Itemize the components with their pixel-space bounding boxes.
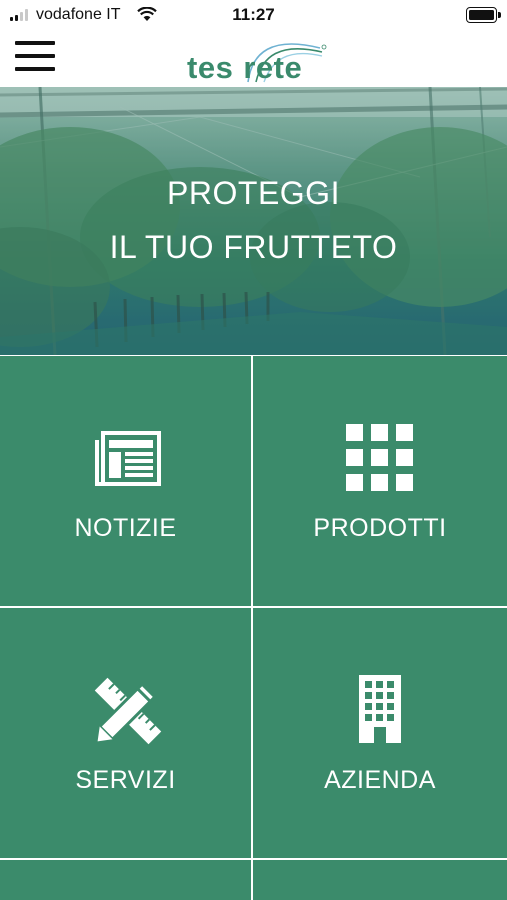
hero-title-line2: IL TUO FRUTTETO [109, 229, 398, 265]
tile-label-prodotti: PRODOTTI [313, 514, 447, 542]
hero-banner: PROTEGGI IL TUO FRUTTETO [0, 87, 507, 355]
tile-prodotti[interactable]: PRODOTTI [253, 356, 507, 606]
grid-icon [346, 424, 413, 491]
hero-title-line1: PROTEGGI [167, 175, 340, 211]
status-time: 11:27 [232, 5, 275, 24]
tile-row3-left[interactable] [0, 860, 251, 900]
tile-label-servizi: SERVIZI [75, 766, 176, 794]
battery-icon [466, 7, 501, 23]
tile-label-notizie: NOTIZIE [74, 514, 177, 542]
hamburger-menu-icon[interactable] [15, 41, 57, 71]
tile-servizi[interactable]: SERVIZI [0, 608, 251, 858]
pencil-ruler-icon [94, 677, 162, 745]
orchard-background-image [0, 87, 507, 355]
tile-notizie[interactable]: NOTIZIE [0, 356, 251, 606]
building-icon [359, 675, 401, 743]
menu-grid: NOTIZIE PRODOTTI SERVIZI AZIENDA [0, 355, 507, 900]
status-bar: vodafone IT 11:27 [0, 0, 507, 30]
newspaper-icon [95, 431, 161, 486]
logo-text-tes: tes [187, 50, 234, 85]
tesrete-logo: tes rete [180, 30, 330, 87]
app-header: tes rete [0, 30, 507, 87]
tile-azienda[interactable]: AZIENDA [253, 608, 507, 858]
tile-row3-right[interactable] [253, 860, 507, 900]
tile-label-azienda: AZIENDA [324, 766, 436, 794]
logo-text-rete: rete [243, 50, 303, 85]
